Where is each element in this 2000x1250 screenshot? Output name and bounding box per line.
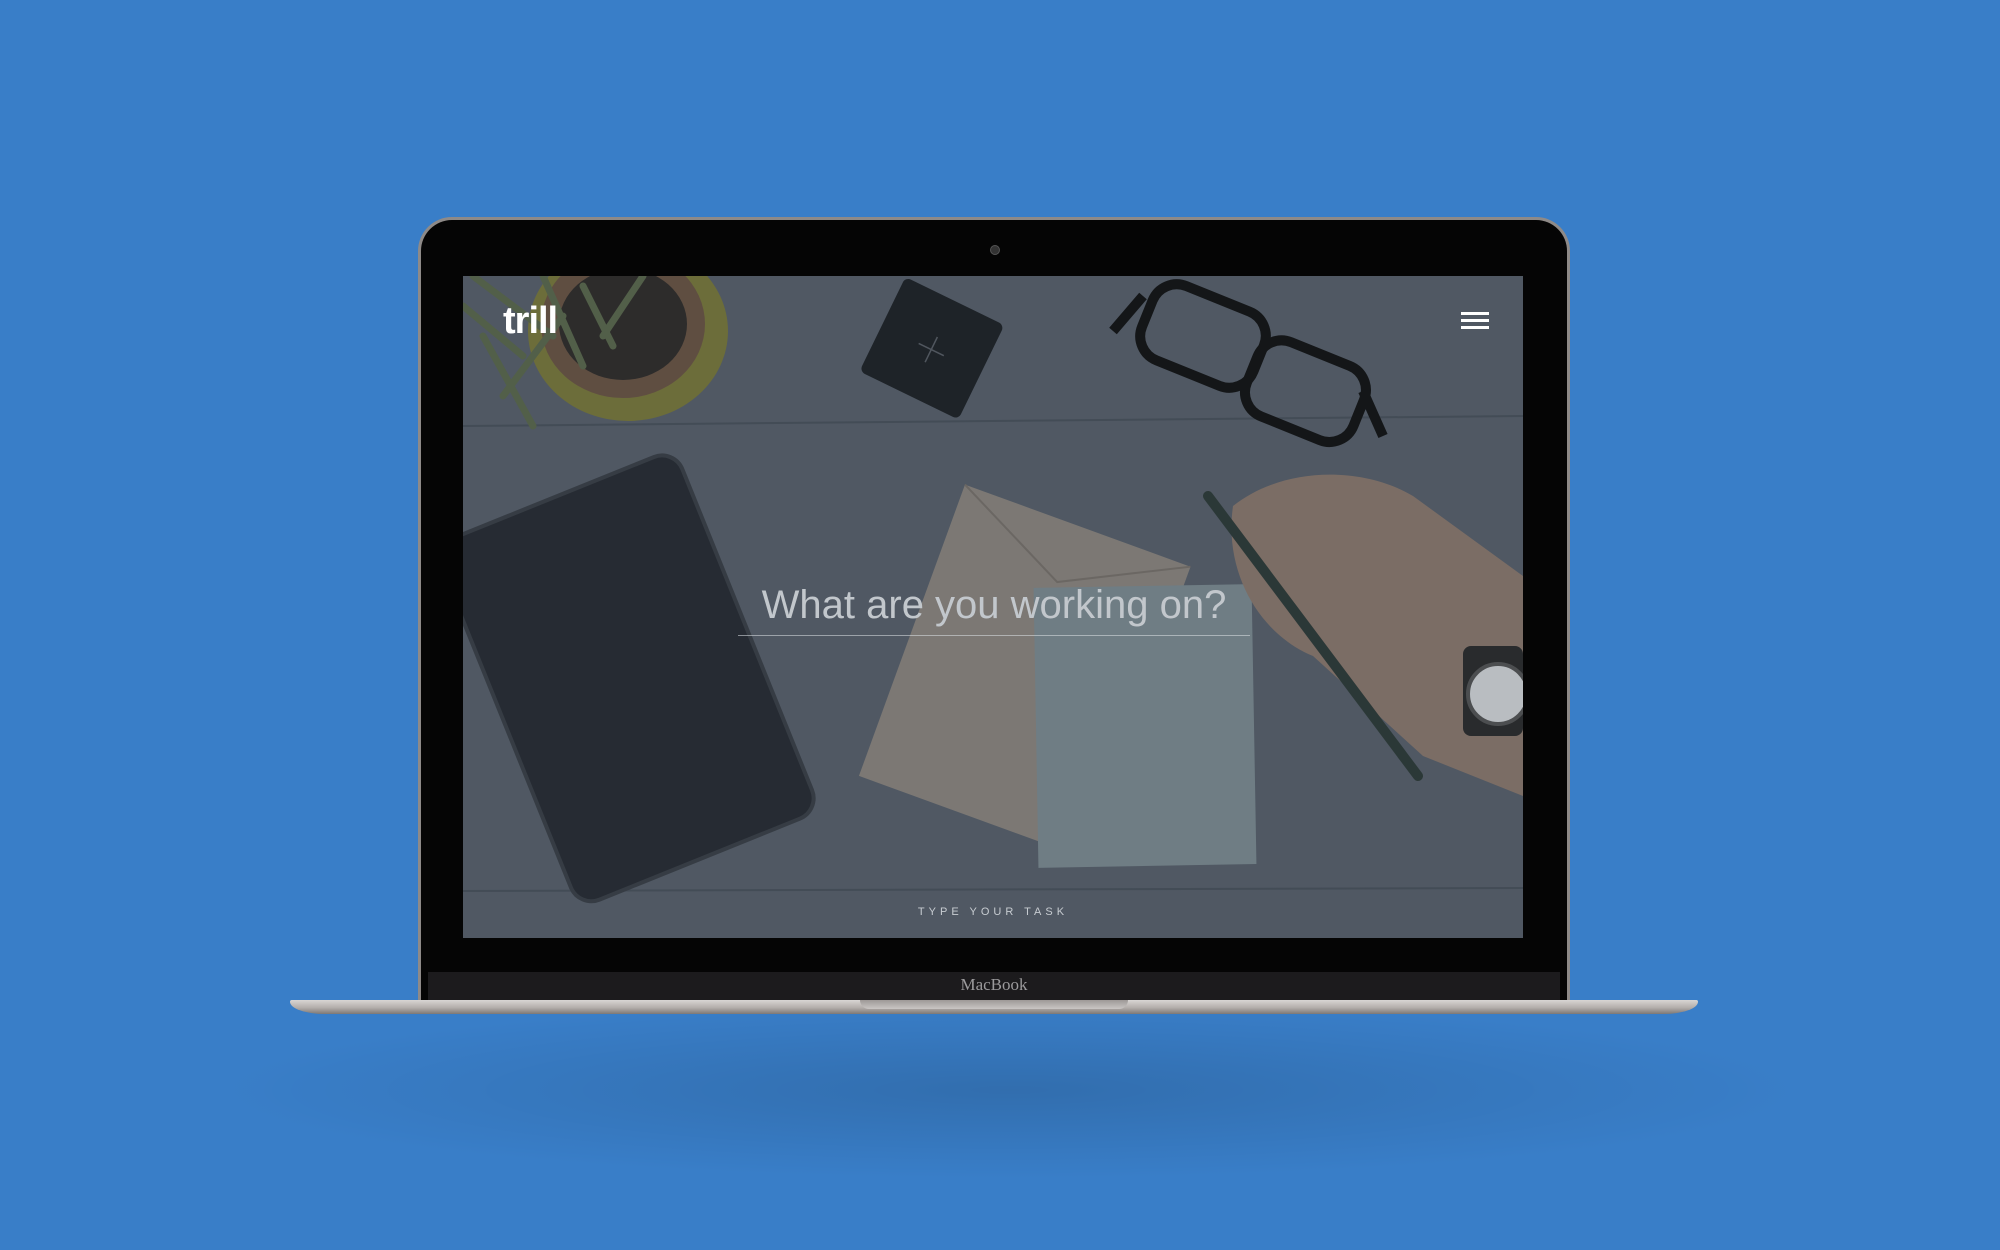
laptop-chin: MacBook	[428, 972, 1560, 1000]
device-shadow	[210, 1000, 1810, 1180]
camera-icon	[990, 245, 1000, 255]
app-logo[interactable]: trill	[503, 300, 558, 343]
task-input[interactable]	[738, 576, 1250, 636]
device-label: MacBook	[960, 975, 1028, 994]
task-hint: TYPE YOUR TASK	[917, 906, 1069, 918]
laptop-hinge-notch	[860, 1000, 1128, 1009]
hamburger-menu-icon[interactable]	[1461, 312, 1489, 332]
app-screen: trill TYPE YOUR TASK	[463, 276, 1523, 938]
